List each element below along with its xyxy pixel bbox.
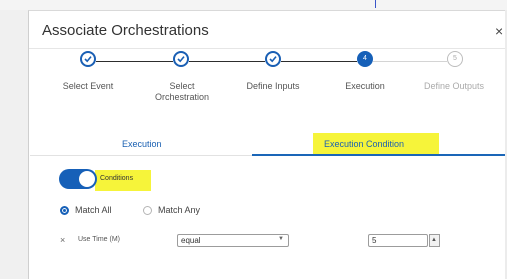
value-spinner-button[interactable]: ▲ (429, 234, 440, 247)
tab-execution[interactable]: Execution (122, 139, 162, 149)
spinner-arrow-icon: ▲ (431, 237, 437, 243)
tab-execution-condition[interactable]: Execution Condition (324, 139, 404, 149)
match-any-label: Match Any (158, 205, 201, 215)
close-icon[interactable]: × (495, 23, 503, 39)
step-3-check-icon[interactable] (265, 51, 281, 67)
step-5-pending[interactable]: 5 (447, 51, 463, 67)
step-connector (373, 61, 447, 62)
dialog-title: Associate Orchestrations (42, 22, 209, 39)
operator-value: equal (181, 236, 201, 245)
dialog-header: Associate Orchestrations × (29, 11, 505, 49)
background-page-top (0, 0, 507, 10)
step-5-number: 5 (453, 55, 457, 62)
conditions-toggle[interactable] (59, 169, 97, 189)
step-label-select-orchestration: Select Orchestration (154, 81, 210, 102)
background-page-left (0, 0, 28, 279)
toggle-knob (79, 171, 95, 187)
step-4-number: 4 (363, 55, 367, 62)
rule-field-label: Use Time (M) (78, 236, 120, 243)
step-connector (281, 61, 357, 62)
tab-active-underline (252, 154, 505, 156)
rule-value-input[interactable]: 5 (368, 234, 428, 247)
operator-select[interactable]: equal ▼ (177, 234, 289, 247)
step-2-check-icon[interactable] (173, 51, 189, 67)
match-all-radio[interactable] (60, 206, 69, 215)
tab-divider (30, 155, 252, 156)
step-label-define-inputs: Define Inputs (246, 81, 300, 91)
match-all-label: Match All (75, 205, 112, 215)
step-connector (96, 61, 173, 62)
background-marker (375, 0, 376, 8)
match-any-radio[interactable] (143, 206, 152, 215)
remove-rule-icon[interactable]: × (60, 235, 65, 245)
step-label-execution: Execution (345, 81, 385, 91)
rule-value: 5 (372, 236, 377, 245)
step-label-define-outputs: Define Outputs (423, 81, 485, 91)
step-1-check-icon[interactable] (80, 51, 96, 67)
step-connector (189, 61, 265, 62)
chevron-down-icon: ▼ (278, 236, 284, 242)
step-label-select-event: Select Event (62, 81, 114, 91)
conditions-label: Conditions (100, 175, 134, 182)
step-4-current[interactable]: 4 (357, 51, 373, 67)
